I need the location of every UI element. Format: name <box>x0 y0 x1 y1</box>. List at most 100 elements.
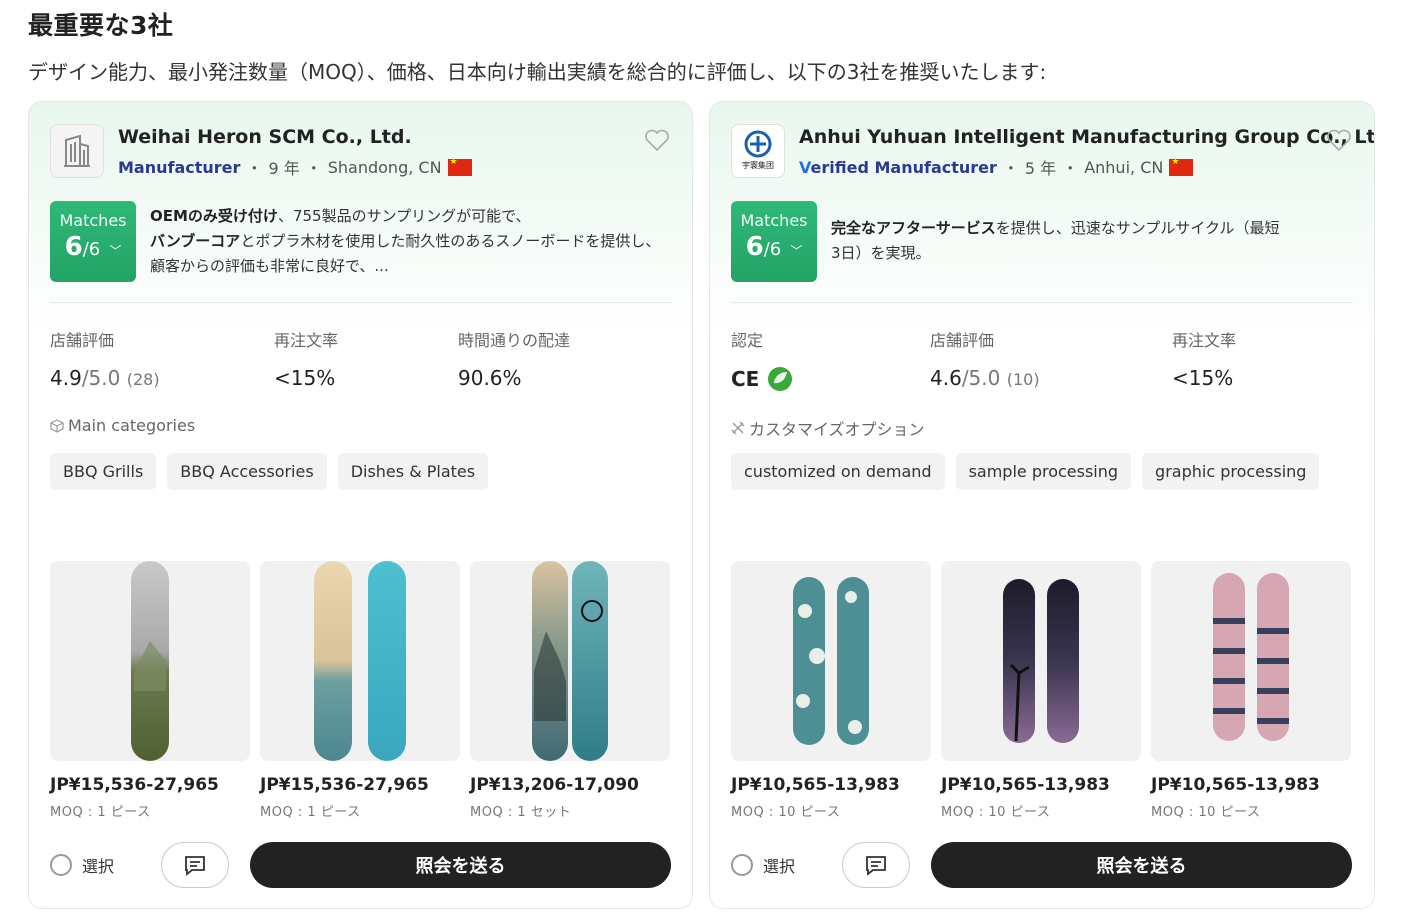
customization-options-label: カスタマイズオプション <box>731 416 925 440</box>
stat-value-rating: 4.6/5.0 (10) <box>930 366 1040 390</box>
select-checkbox[interactable] <box>50 854 72 876</box>
product-image[interactable] <box>731 561 931 761</box>
stat-value-reorder: <15% <box>1172 366 1234 390</box>
option-chip[interactable]: graphic processing <box>1142 453 1320 490</box>
product-moq: MOQ : 1 セット <box>470 805 572 820</box>
supplier-card[interactable]: 宇寰集团 Anhui Yuhuan Intelligent Manufactur… <box>709 101 1375 909</box>
supplier-description: OEMのみ受け付け、755製品のサンプリングが可能で、 バンブーコアとポプラ木材… <box>150 204 675 279</box>
product-card[interactable]: JP¥10,565-13,983 MOQ : 10 ピース <box>1151 561 1351 820</box>
building-icon[interactable] <box>50 124 104 178</box>
years-in-business: 9 年 <box>268 159 300 178</box>
stat-label-reorder: 再注文率 <box>274 331 339 350</box>
china-flag-icon <box>1169 157 1194 176</box>
chat-button[interactable] <box>161 842 229 888</box>
location: Shandong, CN <box>327 157 442 177</box>
desc-highlight: OEMのみ受け付け <box>150 207 278 225</box>
product-price: JP¥15,536-27,965 <box>50 775 219 795</box>
chat-icon <box>185 856 205 876</box>
product-image[interactable] <box>1151 561 1351 761</box>
select-label: 選択 <box>763 857 796 876</box>
chevron-down-icon: ﹀ <box>790 244 803 258</box>
select-checkbox[interactable] <box>731 854 753 876</box>
send-inquiry-button[interactable]: 照会を送る <box>931 842 1352 888</box>
matches-total: /6 <box>82 239 101 260</box>
supplier-meta: Verified Manufacturer ・ 5 年 ・ Anhui, CN <box>799 155 1194 179</box>
product-list: JP¥10,565-13,983 MOQ : 10 ピース JP¥10,565-… <box>731 561 1351 820</box>
separator-dot: ・ <box>305 159 322 178</box>
china-flag-icon <box>447 157 472 176</box>
category-chip[interactable]: BBQ Grills <box>50 453 157 490</box>
select-toggle[interactable]: 選択 <box>50 853 114 877</box>
product-card[interactable]: JP¥15,536-27,965 MOQ : 1 ピース <box>260 561 460 820</box>
supplier-meta: Manufacturer ・ 9 年 ・ Shandong, CN <box>118 155 472 179</box>
product-image[interactable] <box>50 561 250 761</box>
verified-manufacturer-badge: Verified Manufacturer <box>799 157 997 177</box>
matches-score: 6 <box>64 232 83 262</box>
send-inquiry-button[interactable]: 照会を送る <box>250 842 671 888</box>
product-price: JP¥10,565-13,983 <box>731 775 900 795</box>
product-card[interactable]: JP¥10,565-13,983 MOQ : 10 ピース <box>941 561 1141 820</box>
stat-label-reorder: 再注文率 <box>1172 331 1237 350</box>
chevron-down-icon: ﹀ <box>109 244 122 258</box>
product-moq: MOQ : 10 ピース <box>1151 805 1261 820</box>
supplier-card[interactable]: Weihai Heron SCM Co., Ltd. Manufacturer … <box>28 101 693 909</box>
certification-icons: CE <box>731 366 793 392</box>
product-price: JP¥15,536-27,965 <box>260 775 429 795</box>
section-title: 最重要な3社 <box>28 11 174 40</box>
stat-label-certification: 認定 <box>731 331 764 350</box>
stat-label-delivery: 時間通りの配達 <box>458 331 571 350</box>
product-moq: MOQ : 10 ピース <box>731 805 841 820</box>
chat-button[interactable] <box>842 842 910 888</box>
box-icon <box>50 418 64 433</box>
main-categories-label: Main categories <box>50 416 195 435</box>
matches-badge[interactable]: Matches 6/6 ﹀ <box>50 201 136 282</box>
product-card[interactable]: JP¥15,536-27,965 MOQ : 1 ピース <box>50 561 250 820</box>
select-label: 選択 <box>82 857 115 876</box>
customization-chips: customized on demand sample processing g… <box>731 453 1320 490</box>
product-image[interactable] <box>260 561 460 761</box>
stat-label-rating: 店舗評価 <box>930 331 995 350</box>
divider <box>731 302 1353 303</box>
stat-value-delivery: 90.6% <box>458 366 522 390</box>
product-moq: MOQ : 10 ピース <box>941 805 1051 820</box>
product-moq: MOQ : 1 ピース <box>260 805 361 820</box>
stat-value-rating: 4.9/5.0 (28) <box>50 366 160 390</box>
rohs-leaf-icon <box>768 367 793 391</box>
years-in-business: 5 年 <box>1024 159 1057 178</box>
location: Anhui, CN <box>1084 157 1164 177</box>
desc-text: 、755製品のサンプリングが可能で、 <box>277 207 531 225</box>
separator-dot: ・ <box>246 159 263 178</box>
company-name[interactable]: Anhui Yuhuan Intelligent Manufacturing G… <box>799 126 1374 148</box>
product-moq: MOQ : 1 ピース <box>50 805 151 820</box>
product-card[interactable]: JP¥13,206-17,090 MOQ : 1 セット <box>470 561 670 820</box>
company-name[interactable]: Weihai Heron SCM Co., Ltd. <box>118 126 412 148</box>
divider <box>50 302 671 303</box>
product-price: JP¥10,565-13,983 <box>941 775 1110 795</box>
select-toggle[interactable]: 選択 <box>731 853 795 877</box>
option-chip[interactable]: sample processing <box>955 453 1132 490</box>
matches-label: Matches <box>740 211 808 230</box>
matches-badge[interactable]: Matches 6/6 ﹀ <box>731 201 817 282</box>
product-price: JP¥13,206-17,090 <box>470 775 639 795</box>
favorite-heart-icon[interactable] <box>644 128 670 152</box>
favorite-heart-icon[interactable] <box>1326 128 1352 152</box>
supplier-description: 完全なアフターサービスを提供し、迅速なサンプルサイクル（最短3日）を実現。 <box>831 216 1281 266</box>
separator-dot: ・ <box>1062 159 1079 178</box>
intro-text: デザイン能力、最小発注数量（MOQ）、価格、日本向け輸出実績を総合的に評価し、以… <box>28 60 1047 84</box>
product-image[interactable] <box>470 561 670 761</box>
yuhuan-logo-icon[interactable]: 宇寰集团 <box>731 124 785 178</box>
matches-label: Matches <box>59 211 127 230</box>
product-list: JP¥15,536-27,965 MOQ : 1 ピース JP¥15,536-2… <box>50 561 670 820</box>
matches-total: /6 <box>763 239 782 260</box>
stat-value-reorder: <15% <box>274 366 336 390</box>
product-image[interactable] <box>941 561 1141 761</box>
tools-icon <box>731 421 745 435</box>
category-chip[interactable]: Dishes & Plates <box>337 453 489 490</box>
ce-mark-icon: CE <box>731 367 760 391</box>
product-card[interactable]: JP¥10,565-13,983 MOQ : 10 ピース <box>731 561 931 820</box>
verified-check-icon: V <box>799 157 811 177</box>
option-chip[interactable]: customized on demand <box>731 453 945 490</box>
category-chip[interactable]: BBQ Accessories <box>167 453 327 490</box>
matches-score: 6 <box>745 232 764 262</box>
stat-label-rating: 店舗評価 <box>50 331 115 350</box>
